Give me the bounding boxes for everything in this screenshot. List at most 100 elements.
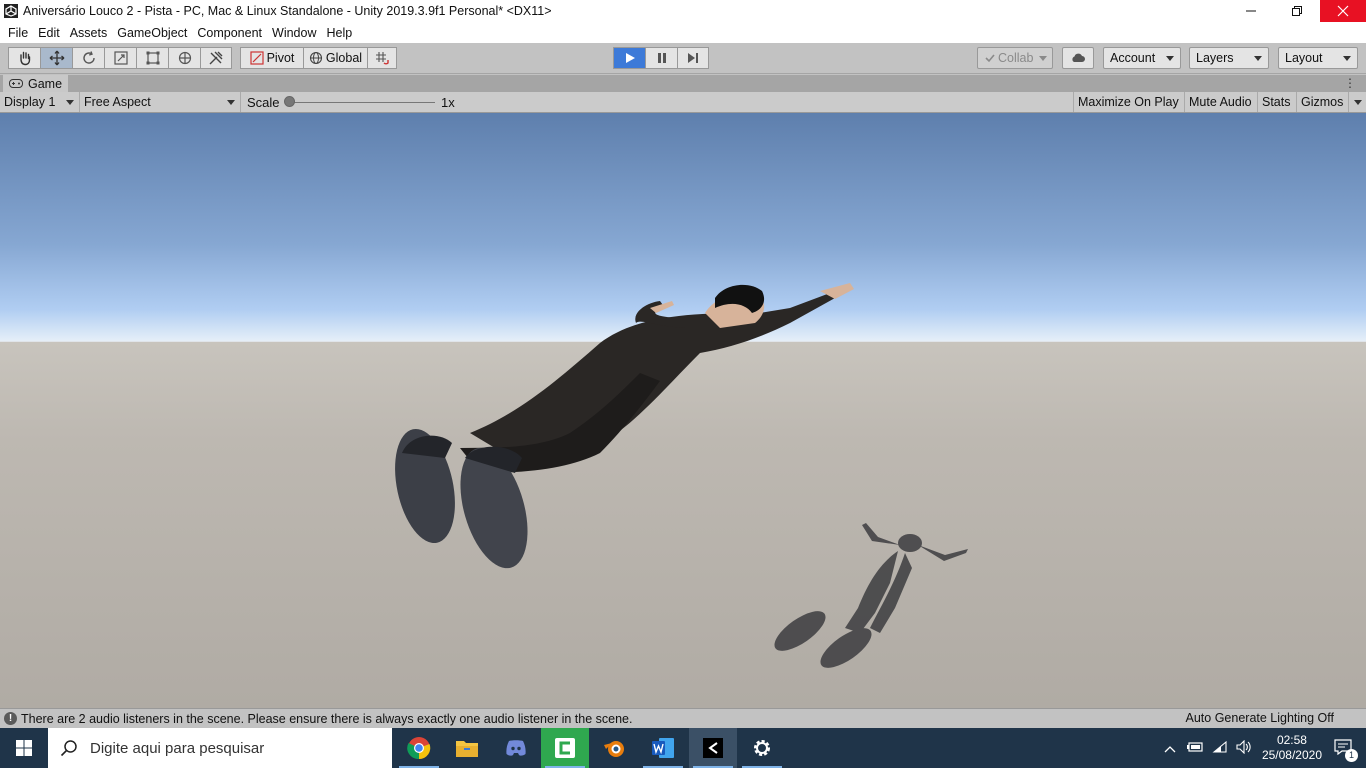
global-toggle-button[interactable]: Global [303,47,367,69]
menu-bar: File Edit Assets GameObject Component Wi… [0,22,1366,43]
taskbar-discord[interactable] [492,728,540,768]
scale-value: 1x [441,95,455,110]
display-dropdown[interactable]: Display 1 [0,92,80,112]
mute-audio-toggle[interactable]: Mute Audio [1184,92,1256,112]
taskbar-camtasia[interactable] [541,728,589,768]
layers-label: Layers [1196,51,1234,65]
menu-gameobject[interactable]: GameObject [112,26,192,40]
tray-overflow-icon[interactable] [1164,741,1176,756]
playback-controls [613,47,709,69]
windows-logo-icon [16,740,32,756]
taskbar-search[interactable]: Digite aqui para pesquisar [48,728,392,768]
main-toolbar: Pivot Global Collab Account Layers Layou… [0,43,1366,74]
custom-tool-button[interactable] [200,47,232,69]
global-label: Global [325,51,363,65]
mute-audio-label: Mute Audio [1189,95,1252,109]
taskbar-settings[interactable] [738,728,786,768]
taskbar-blender[interactable] [590,728,638,768]
grid-snap-icon [376,52,389,65]
transform-tool-button[interactable] [168,47,200,69]
hand-tool-button[interactable] [8,47,40,69]
pivot-tools: Pivot Global [240,47,397,69]
menu-help[interactable]: Help [321,26,357,40]
game-viewport[interactable] [0,113,1366,708]
aspect-label: Free Aspect [84,95,151,109]
maximize-on-play-toggle[interactable]: Maximize On Play [1073,92,1183,112]
notification-count: 1 [1345,748,1358,762]
close-button[interactable] [1320,0,1366,22]
rotate-tool-button[interactable] [72,47,104,69]
more-options-icon[interactable]: ⋮ [1344,76,1356,90]
character-shadow [774,523,968,668]
rect-transform-icon [146,51,159,65]
stats-label: Stats [1262,95,1291,109]
grid-snap-button[interactable] [367,47,397,69]
title-bar: Aniversário Louco 2 - Pista - PC, Mac & … [0,0,1366,22]
console-message[interactable]: There are 2 audio listeners in the scene… [21,712,632,726]
layout-label: Layout [1285,51,1323,65]
pivot-label: Pivot [266,51,295,65]
gizmos-dropdown[interactable] [1348,92,1366,112]
warning-icon: ! [4,712,17,725]
account-label: Account [1110,51,1156,65]
collab-dropdown[interactable]: Collab [977,47,1053,69]
step-button[interactable] [677,47,709,69]
scale-slider-handle[interactable] [284,96,295,107]
pause-icon [657,53,666,63]
discord-icon [506,740,526,756]
aspect-dropdown[interactable]: Free Aspect [80,92,241,112]
taskbar-clock[interactable]: 02:58 25/08/2020 [1262,733,1322,763]
collab-label: Collab [998,51,1034,65]
pause-button[interactable] [645,47,677,69]
pivot-toggle-button[interactable]: Pivot [240,47,303,69]
menu-file[interactable]: File [3,26,33,40]
move-tool-button[interactable] [40,47,72,69]
wifi-icon[interactable] [1212,740,1228,757]
play-button[interactable] [613,47,645,69]
status-bar: ! There are 2 audio listeners in the sce… [0,708,1366,728]
minimize-button[interactable] [1228,0,1274,22]
menu-component[interactable]: Component [192,26,267,40]
windows-taskbar: Digite aqui para pesquisar 02:58 25/08/2… [0,728,1366,768]
chevron-down-icon [1353,99,1362,105]
tab-game[interactable]: Game [3,75,69,92]
volume-icon[interactable] [1236,739,1252,757]
system-tray: 02:58 25/08/2020 1 [1164,728,1366,768]
taskbar-file-explorer[interactable] [443,728,491,768]
restore-button[interactable] [1274,0,1320,22]
gizmos-label: Gizmos [1301,95,1344,109]
taskbar-word[interactable] [639,728,687,768]
layout-dropdown[interactable]: Layout [1278,47,1358,69]
taskbar-unity[interactable] [689,728,737,768]
notification-center-button[interactable]: 1 [1334,738,1358,762]
combined-transform-icon [178,51,191,65]
account-dropdown[interactable]: Account [1103,47,1181,69]
scale-label: Scale [247,95,280,110]
taskbar-chrome[interactable] [395,728,443,768]
cloud-services-button[interactable] [1062,47,1094,69]
transform-tools [8,47,232,69]
rect-tool-button[interactable] [136,47,168,69]
game-scene-render [395,283,968,668]
scale-slider-track[interactable] [290,102,435,103]
battery-icon[interactable] [1186,741,1204,756]
maximize-on-play-label: Maximize On Play [1078,95,1179,109]
folder-icon [456,741,478,757]
rotate-icon [82,51,95,64]
menu-window[interactable]: Window [267,26,321,40]
pivot-icon [249,51,264,65]
game-view-toolbar: Display 1 Free Aspect Scale 1x Maximize … [0,92,1366,113]
gizmos-toggle[interactable]: Gizmos [1296,92,1347,112]
search-icon [60,740,77,757]
character-model [395,283,854,569]
stats-toggle[interactable]: Stats [1257,92,1295,112]
lighting-status[interactable]: Auto Generate Lighting Off [1186,711,1334,725]
move-arrows-icon [49,50,64,66]
start-button[interactable] [0,728,48,768]
layers-dropdown[interactable]: Layers [1189,47,1269,69]
menu-assets[interactable]: Assets [65,26,113,40]
menu-edit[interactable]: Edit [33,26,65,40]
clock-time: 02:58 [1276,733,1307,747]
hand-icon [19,51,30,66]
scale-tool-button[interactable] [104,47,136,69]
